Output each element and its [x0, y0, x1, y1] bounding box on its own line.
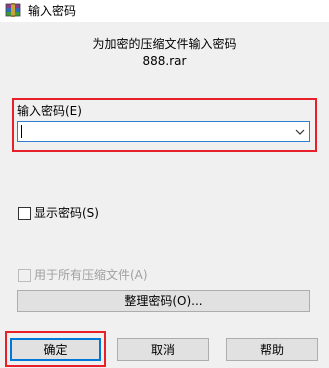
organize-passwords-button[interactable]: 整理密码(O)...: [17, 290, 310, 312]
help-button[interactable]: 帮助: [226, 338, 318, 361]
ok-button[interactable]: 确定: [10, 338, 101, 361]
password-prompt: 为加密的压缩文件输入密码: [92, 37, 237, 51]
cancel-button[interactable]: 取消: [117, 338, 209, 361]
archive-name: 888.rar: [142, 54, 187, 68]
show-password-option[interactable]: 显示密码(S): [18, 205, 99, 221]
show-password-checkbox[interactable]: [18, 206, 31, 220]
window-title: 输入密码: [28, 4, 77, 18]
password-label: 输入密码(E): [17, 104, 82, 118]
use-for-all-label: 用于所有压缩文件(A): [34, 268, 148, 282]
use-for-all-checkbox[interactable]: [18, 268, 31, 282]
show-password-label: 显示密码(S): [34, 206, 99, 220]
chevron-down-icon[interactable]: [294, 126, 306, 138]
text-caret: [21, 125, 22, 138]
winrar-icon: [5, 3, 21, 18]
use-for-all-option[interactable]: 用于所有压缩文件(A): [18, 267, 148, 283]
password-input[interactable]: [17, 121, 310, 142]
title-bar: 输入密码: [0, 0, 329, 22]
